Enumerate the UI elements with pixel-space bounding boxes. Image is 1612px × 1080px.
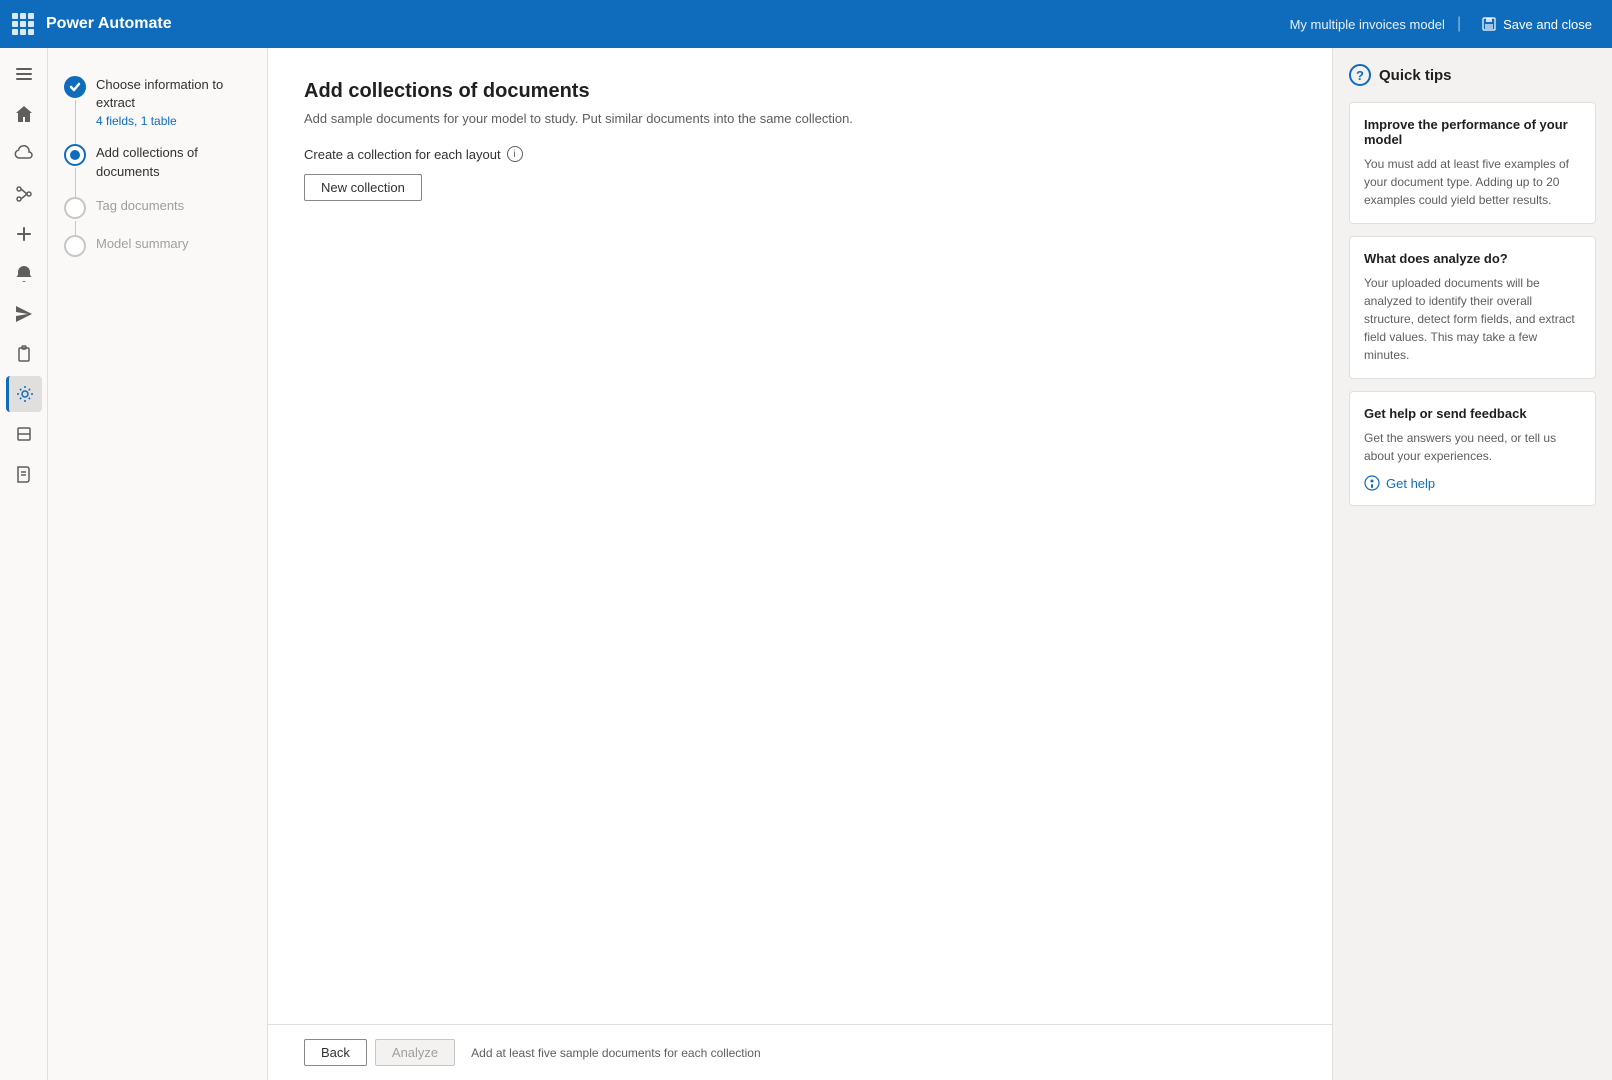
section-label: Create a collection for each layout i [304, 146, 1296, 162]
sidebar-cloud-button[interactable] [6, 136, 42, 172]
tip-card-1-text: You must add at least five examples of y… [1364, 155, 1581, 209]
quick-tips-panel: ? Quick tips Improve the performance of … [1332, 48, 1612, 1080]
tip-card-1: Improve the performance of your model Yo… [1349, 102, 1596, 224]
sidebar-menu-button[interactable] [6, 56, 42, 92]
sidebar-notifications-button[interactable] [6, 256, 42, 292]
step-1[interactable]: Choose information to extract 4 fields, … [64, 68, 251, 136]
step-1-name: Choose information to extract [96, 76, 251, 112]
page-title: Add collections of documents [304, 80, 1296, 103]
step-3-circle [64, 197, 86, 219]
step-2[interactable]: Add collections of documents [64, 136, 251, 188]
step-1-sub: 4 fields, 1 table [96, 114, 251, 128]
sidebar-clipboard-button[interactable] [6, 336, 42, 372]
topbar: Power Automate My multiple invoices mode… [0, 0, 1612, 48]
tip-card-2-text: Your uploaded documents will be analyzed… [1364, 274, 1581, 364]
waffle-icon[interactable] [12, 13, 34, 35]
tip-card-2: What does analyze do? Your uploaded docu… [1349, 236, 1596, 379]
analyze-button: Analyze [375, 1039, 455, 1066]
sidebar-icons [0, 48, 48, 1080]
topbar-separator: | [1457, 15, 1461, 33]
back-button[interactable]: Back [304, 1039, 367, 1066]
app-grid: Power Automate [12, 13, 172, 35]
main-layout: Choose information to extract 4 fields, … [0, 48, 1612, 1080]
sidebar-scan-button[interactable] [6, 416, 42, 452]
step-4-name: Model summary [96, 235, 251, 253]
sidebar-home-button[interactable] [6, 96, 42, 132]
save-icon [1481, 16, 1497, 32]
step-1-circle [64, 76, 86, 98]
app-title: Power Automate [46, 15, 172, 33]
quick-tips-title: Quick tips [1379, 67, 1452, 84]
step-4-circle [64, 235, 86, 257]
bottom-bar: Back Analyze Add at least five sample do… [268, 1024, 1332, 1080]
content-area: Add collections of documents Add sample … [268, 48, 1332, 1080]
get-help-icon [1364, 475, 1380, 491]
info-icon[interactable]: i [507, 146, 523, 162]
tip-card-1-title: Improve the performance of your model [1364, 117, 1581, 147]
tip-card-3-text: Get the answers you need, or tell us abo… [1364, 429, 1581, 465]
sidebar-book-button[interactable] [6, 456, 42, 492]
quick-tips-header: ? Quick tips [1349, 64, 1596, 86]
get-help-link[interactable]: Get help [1364, 475, 1581, 491]
tip-card-2-title: What does analyze do? [1364, 251, 1581, 266]
sidebar-add-button[interactable] [6, 216, 42, 252]
sidebar-flows-button[interactable] [6, 176, 42, 212]
save-close-label: Save and close [1503, 17, 1592, 32]
tips-question-icon: ? [1349, 64, 1371, 86]
tip-card-3-title: Get help or send feedback [1364, 406, 1581, 421]
step-3: Tag documents [64, 189, 251, 227]
new-collection-button[interactable]: New collection [304, 174, 422, 201]
content-main: Add collections of documents Add sample … [268, 48, 1332, 1024]
section-label-text: Create a collection for each layout [304, 147, 501, 162]
step-3-name: Tag documents [96, 197, 251, 215]
model-name-label: My multiple invoices model [1290, 17, 1445, 32]
sidebar-send-button[interactable] [6, 296, 42, 332]
steps-panel: Choose information to extract 4 fields, … [48, 48, 268, 1080]
get-help-label: Get help [1386, 476, 1435, 491]
step-2-text: Add collections of documents [96, 144, 251, 180]
save-close-button[interactable]: Save and close [1473, 12, 1600, 36]
step-1-text: Choose information to extract 4 fields, … [96, 76, 251, 128]
step-3-text: Tag documents [96, 197, 251, 215]
step-2-circle [64, 144, 86, 166]
step-4: Model summary [64, 227, 251, 265]
page-subtitle: Add sample documents for your model to s… [304, 111, 1296, 126]
tip-card-3: Get help or send feedback Get the answer… [1349, 391, 1596, 506]
step-2-name: Add collections of documents [96, 144, 251, 180]
bottom-hint: Add at least five sample documents for e… [471, 1046, 761, 1060]
topbar-right: My multiple invoices model | Save and cl… [1290, 12, 1600, 36]
sidebar-aimodel-button[interactable] [6, 376, 42, 412]
step-4-text: Model summary [96, 235, 251, 253]
